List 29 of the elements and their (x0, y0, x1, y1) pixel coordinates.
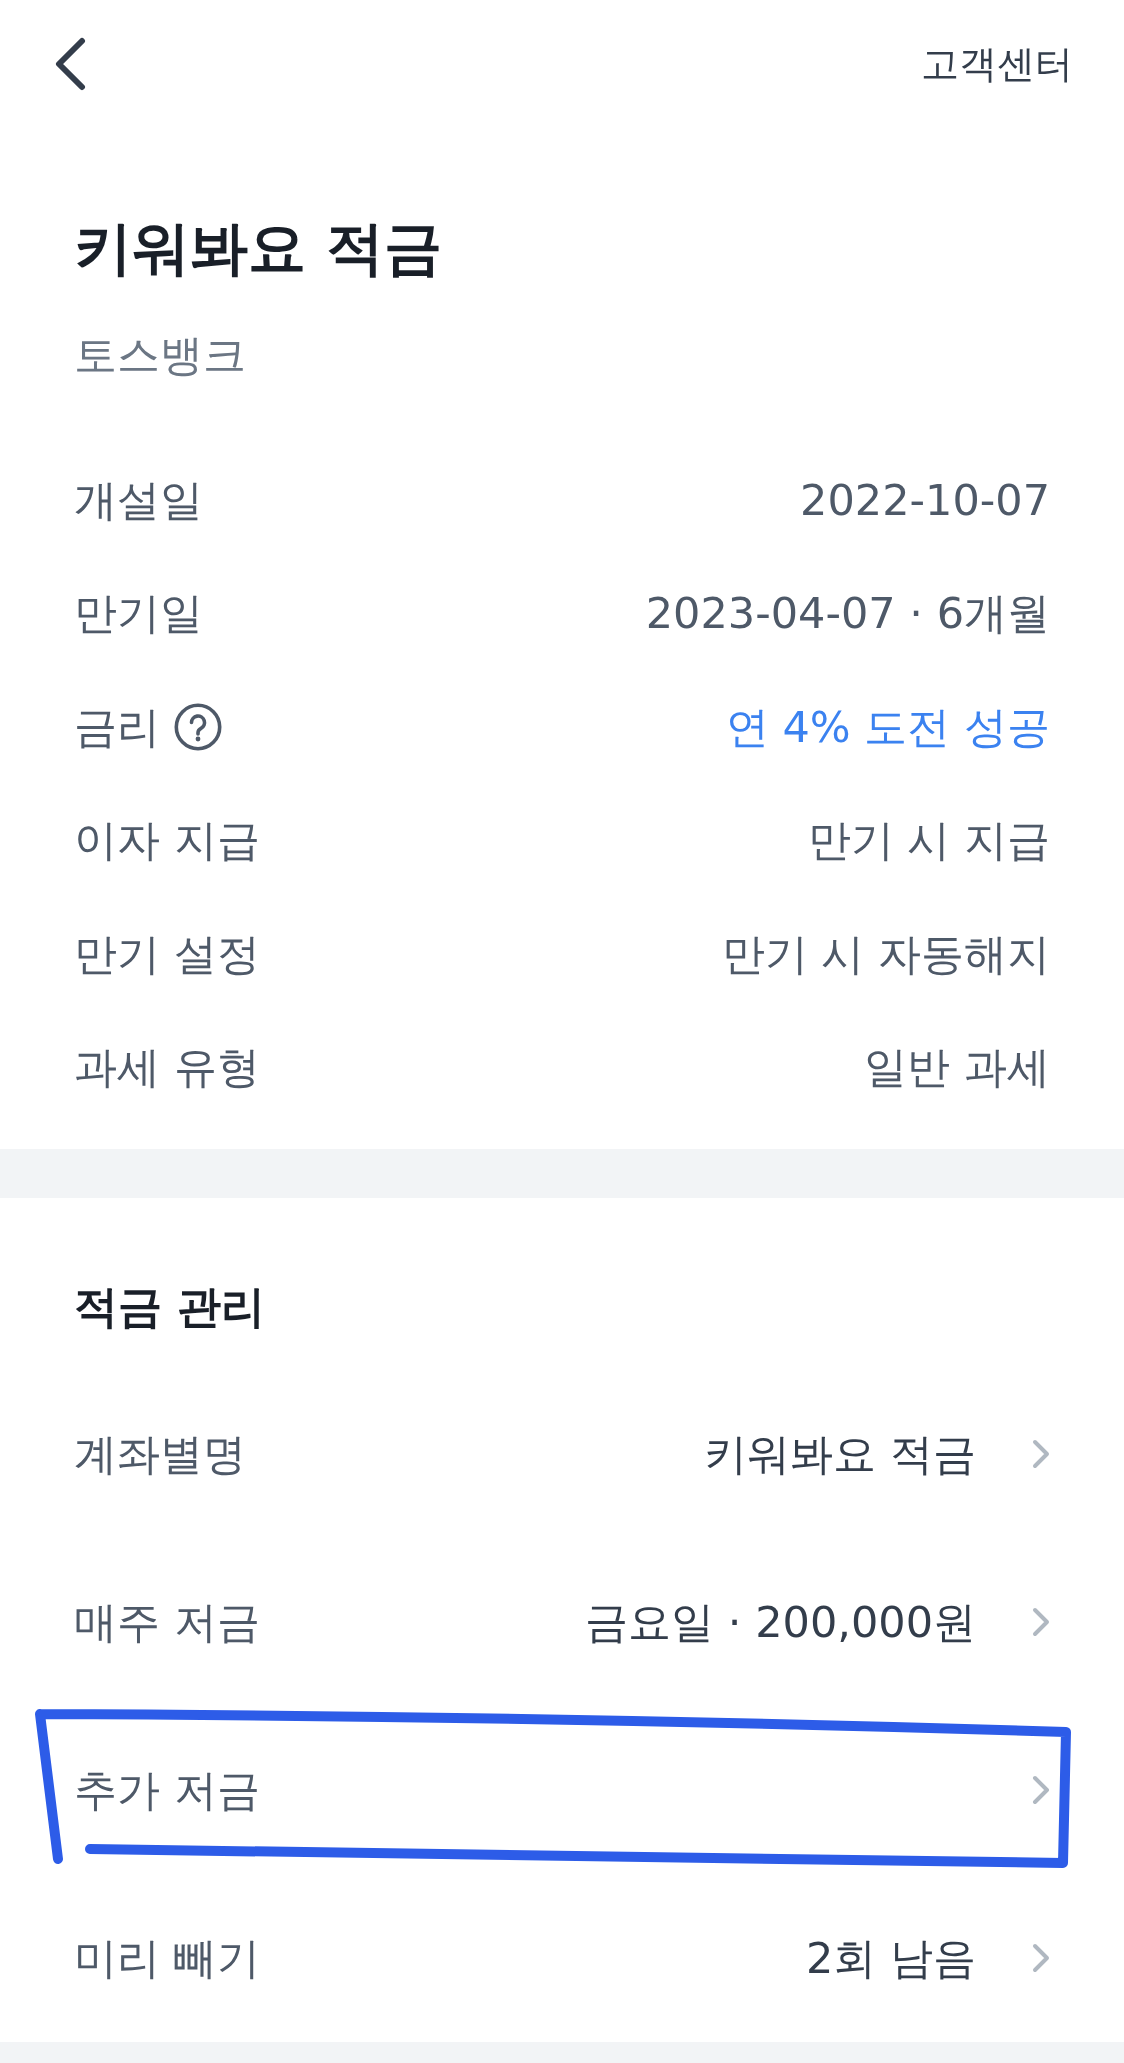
detail-label: 금리 (74, 700, 160, 754)
chevron-right-icon (1032, 1943, 1050, 1973)
detail-value: 일반 과세 (864, 1041, 1050, 1095)
detail-label: 과세 유형 (74, 1041, 260, 1095)
detail-value: 2022-10-07 (800, 473, 1050, 527)
detail-value: 2023-04-07 · 6개월 (645, 587, 1050, 641)
detail-label: 개설일 (74, 473, 203, 527)
menu-item-value: 키워봐요 적금 (704, 1428, 976, 1481)
detail-label: 이자 지급 (74, 814, 260, 868)
detail-label: 만기 설정 (74, 927, 260, 981)
detail-label: 만기일 (74, 587, 203, 641)
chevron-right-icon (1032, 1607, 1050, 1637)
customer-center-link[interactable]: 고객센터 (921, 40, 1073, 88)
menu-item-value: 2회 남음 (805, 1932, 976, 1985)
detail-value: 만기 시 자동해지 (721, 927, 1050, 981)
detail-value: 만기 시 지급 (807, 814, 1050, 868)
chevron-left-icon[interactable] (54, 37, 86, 91)
help-icon[interactable] (174, 702, 222, 751)
menu-item[interactable]: 매주 저금 (74, 1595, 260, 1649)
menu-item[interactable]: 추가 저금 (74, 1763, 260, 1817)
menu-item-value: 금요일 · 200,000원 (585, 1596, 976, 1649)
section-title: 적금 관리 (74, 1280, 266, 1334)
menu-item[interactable]: 계좌별명 (74, 1427, 246, 1481)
menu-item[interactable]: 미리 빼기 (74, 1931, 260, 1985)
chevron-right-icon (1032, 1775, 1050, 1805)
detail-value: 연 4% 도전 성공 (725, 700, 1050, 754)
product-title: 키워봐요 적금 (74, 213, 443, 283)
bank-name: 토스뱅크 (74, 329, 246, 382)
chevron-right-icon (1032, 1439, 1050, 1469)
